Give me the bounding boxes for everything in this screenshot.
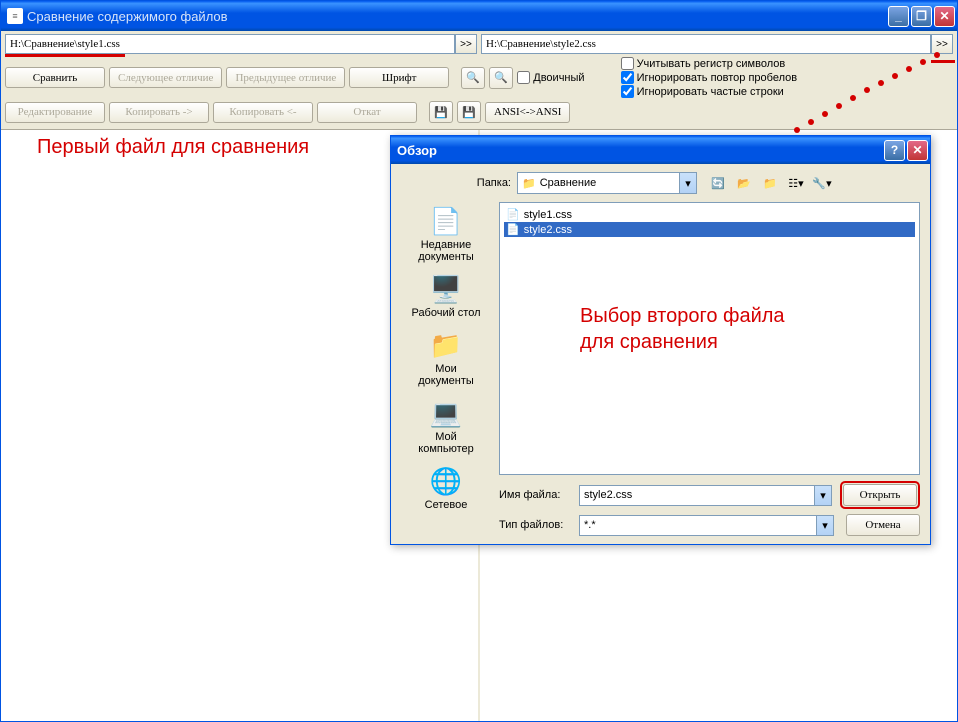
filetype-combo[interactable]: *.* ▾ bbox=[579, 515, 834, 536]
nav-back-icon[interactable]: 🔄 bbox=[707, 172, 729, 194]
maximize-button[interactable]: ❐ bbox=[911, 6, 932, 27]
binoculars2-icon[interactable]: 🔍 bbox=[489, 67, 513, 89]
open-dialog: Обзор ? ✕ Папка: 📁 Сравнение ▾ 🔄 📂 📁 ☷▾ … bbox=[390, 135, 931, 545]
nav-new-icon[interactable]: 📁 bbox=[759, 172, 781, 194]
case-checkbox[interactable] bbox=[621, 57, 634, 70]
dialog-close-button[interactable]: ✕ bbox=[907, 140, 928, 161]
options-group: Учитывать регистр символов Игнорировать … bbox=[621, 57, 798, 98]
file-icon: 📄 bbox=[506, 208, 520, 221]
browse-right-button[interactable]: >> bbox=[931, 34, 953, 54]
file-item-selected[interactable]: 📄 style2.css bbox=[504, 222, 915, 237]
sidebar-computer[interactable]: 💻 Мой компьютер bbox=[406, 397, 486, 455]
dialog-sidebar: 📄 Недавние документы 🖥️ Рабочий стол 📁 М… bbox=[401, 202, 491, 536]
folder-value: Сравнение bbox=[540, 177, 597, 189]
save2-icon[interactable]: 💾 bbox=[457, 101, 481, 123]
path-right-cell: >> bbox=[481, 34, 953, 54]
documents-icon: 📁 bbox=[430, 329, 462, 361]
sidebar-label: Мои документы bbox=[406, 363, 486, 387]
dialog-titlebar: Обзор ? ✕ bbox=[391, 136, 930, 164]
spaces-checkbox[interactable] bbox=[621, 71, 634, 84]
rollback-button[interactable]: Откат bbox=[317, 102, 417, 123]
open-button[interactable]: Открыть bbox=[843, 484, 917, 506]
sidebar-label: Рабочий стол bbox=[411, 307, 480, 319]
folder-label: Папка: bbox=[471, 177, 511, 189]
file-item[interactable]: 📄 style1.css bbox=[504, 207, 915, 222]
window-title: Сравнение содержимого файлов bbox=[27, 9, 888, 24]
spaces-label: Игнорировать повтор пробелов bbox=[637, 72, 798, 84]
sidebar-label: Недавние документы bbox=[406, 239, 486, 263]
copy-left-button[interactable]: Копировать <- bbox=[213, 102, 313, 123]
compare-button[interactable]: Сравнить bbox=[5, 67, 105, 88]
desktop-icon: 🖥️ bbox=[430, 273, 462, 305]
sidebar-documents[interactable]: 📁 Мои документы bbox=[406, 329, 486, 387]
minimize-button[interactable]: _ bbox=[888, 6, 909, 27]
sidebar-recent[interactable]: 📄 Недавние документы bbox=[406, 205, 486, 263]
frequent-label: Игнорировать частые строки bbox=[637, 86, 784, 98]
right-annotation: Выбор второго файла для сравнения bbox=[580, 303, 785, 355]
file-name: style1.css bbox=[524, 209, 572, 221]
left-annotation: Первый файл для сравнения bbox=[37, 136, 309, 159]
dialog-title: Обзор bbox=[397, 143, 884, 158]
frequent-checkbox[interactable] bbox=[621, 85, 634, 98]
filename-label: Имя файла: bbox=[499, 489, 571, 501]
sidebar-network[interactable]: 🌐 Сетевое bbox=[406, 465, 486, 511]
sidebar-desktop[interactable]: 🖥️ Рабочий стол bbox=[406, 273, 486, 319]
prev-diff-button[interactable]: Предыдущее отличие bbox=[226, 67, 345, 88]
recent-icon: 📄 bbox=[430, 205, 462, 237]
folder-icon: 📁 bbox=[522, 177, 536, 190]
edit-button[interactable]: Редактирование bbox=[5, 102, 105, 123]
path-right-input[interactable] bbox=[481, 34, 931, 54]
main-titlebar: ≡ Сравнение содержимого файлов _ ❐ ✕ bbox=[1, 1, 957, 31]
browse-left-button[interactable]: >> bbox=[455, 34, 477, 54]
binoculars-icon[interactable]: 🔍 bbox=[461, 67, 485, 89]
case-label: Учитывать регистр символов bbox=[637, 58, 786, 70]
sidebar-label: Сетевое bbox=[425, 499, 468, 511]
app-icon: ≡ bbox=[7, 8, 23, 24]
nav-tools-icon[interactable]: 🔧▾ bbox=[811, 172, 833, 194]
cancel-button[interactable]: Отмена bbox=[846, 514, 920, 536]
ansi-button[interactable]: ANSI<->ANSI bbox=[485, 102, 570, 123]
nav-view-icon[interactable]: ☷▾ bbox=[785, 172, 807, 194]
path-left-input[interactable] bbox=[5, 34, 455, 54]
binary-label: Двоичный bbox=[533, 72, 584, 84]
computer-icon: 💻 bbox=[430, 397, 462, 429]
save-icon[interactable]: 💾 bbox=[429, 101, 453, 123]
filename-combo[interactable]: style2.css ▾ bbox=[579, 485, 832, 506]
file-list[interactable]: 📄 style1.css 📄 style2.css Выбор второго … bbox=[499, 202, 920, 475]
chevron-down-icon: ▾ bbox=[679, 173, 696, 193]
next-diff-button[interactable]: Следующее отличие bbox=[109, 67, 222, 88]
file-name: style2.css bbox=[524, 224, 572, 236]
filetype-value: *.* bbox=[584, 519, 596, 531]
chevron-down-icon: ▾ bbox=[816, 516, 833, 535]
chevron-down-icon: ▾ bbox=[814, 486, 831, 505]
left-underline bbox=[5, 54, 125, 57]
open-button-highlight: Открыть bbox=[840, 481, 920, 509]
filetype-label: Тип файлов: bbox=[499, 519, 571, 531]
network-icon: 🌐 bbox=[430, 465, 462, 497]
close-button[interactable]: ✕ bbox=[934, 6, 955, 27]
folder-select[interactable]: 📁 Сравнение ▾ bbox=[517, 172, 697, 194]
file-area: 📄 style1.css 📄 style2.css Выбор второго … bbox=[499, 202, 920, 536]
sidebar-label: Мой компьютер bbox=[406, 431, 486, 455]
copy-right-button[interactable]: Копировать -> bbox=[109, 102, 209, 123]
path-left-cell: >> bbox=[5, 34, 477, 54]
nav-up-icon[interactable]: 📂 bbox=[733, 172, 755, 194]
binary-checkbox[interactable] bbox=[517, 71, 530, 84]
dialog-help-button[interactable]: ? bbox=[884, 140, 905, 161]
toolbar-area: >> >> Сравнить Следующее отличие Предыду… bbox=[1, 31, 957, 130]
file-icon: 📄 bbox=[506, 223, 520, 236]
font-button[interactable]: Шрифт bbox=[349, 67, 449, 88]
dialog-body: Папка: 📁 Сравнение ▾ 🔄 📂 📁 ☷▾ 🔧▾ 📄 Недав… bbox=[391, 164, 930, 544]
filename-value: style2.css bbox=[584, 489, 632, 501]
